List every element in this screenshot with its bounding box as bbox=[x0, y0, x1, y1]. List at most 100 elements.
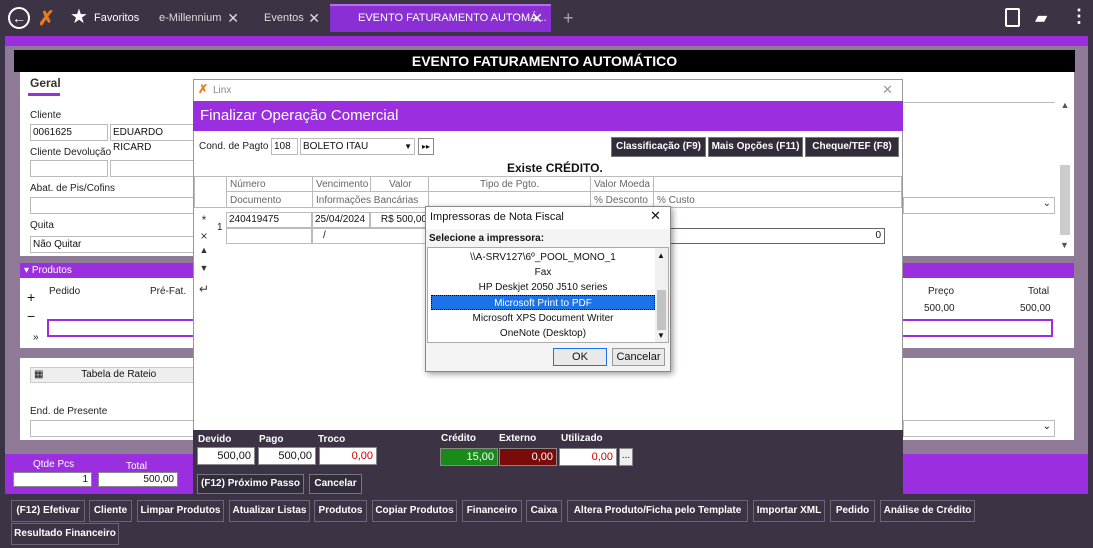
purple-bar bbox=[5, 36, 1088, 46]
pago-value[interactable]: 500,00 bbox=[258, 447, 316, 465]
dropdown-icon[interactable]: ▼ bbox=[404, 139, 414, 154]
documento-cell[interactable] bbox=[226, 228, 312, 244]
tab-geral[interactable]: Geral bbox=[30, 76, 61, 90]
cond-code-field[interactable]: 108 bbox=[271, 138, 298, 155]
caixa-button[interactable]: Caixa bbox=[526, 500, 562, 522]
remove-icon[interactable]: − bbox=[27, 308, 35, 324]
credito-value: 15,00 bbox=[440, 448, 498, 466]
tab-evento-faturamento[interactable]: EVENTO FATURAMENTO AUTOMÁ... ✕ bbox=[330, 4, 551, 32]
tab-emillennium[interactable]: e-Millennium ✕ bbox=[151, 6, 247, 32]
cliente-code-field[interactable]: 0061625 bbox=[30, 124, 108, 141]
info-bancarias-cell[interactable]: / bbox=[312, 228, 428, 244]
printer-scroll-thumb[interactable] bbox=[657, 290, 666, 330]
printer-item[interactable]: OneNote (Desktop) bbox=[431, 326, 655, 341]
linx-logo-icon: ✗ bbox=[38, 8, 55, 30]
more-icon[interactable]: ⋮ bbox=[1070, 6, 1088, 27]
dialog-close-icon[interactable]: ✕ bbox=[882, 82, 893, 98]
printer-list[interactable]: \\A-SRV127\6º_POOL_MONO_1 Fax HP Deskjet… bbox=[427, 247, 669, 343]
pago-label: Pago bbox=[259, 434, 284, 445]
grid-vline bbox=[370, 176, 371, 192]
troco-label: Troco bbox=[318, 434, 346, 445]
financeiro-button[interactable]: Financeiro bbox=[462, 500, 522, 522]
efetivar-button[interactable]: (F12) Efetivar bbox=[11, 500, 85, 522]
close-icon[interactable]: ✕ bbox=[531, 6, 543, 30]
printer-item-selected[interactable]: Microsoft Print to PDF bbox=[431, 295, 655, 310]
quita-field[interactable]: Não Quitar bbox=[30, 236, 194, 253]
total-label: Total bbox=[126, 461, 148, 472]
printer-scroll-down-icon[interactable]: ▼ bbox=[657, 331, 665, 340]
printer-scroll-up-icon[interactable]: ▲ bbox=[657, 251, 665, 260]
altera-produto-button[interactable]: Altera Produto/Ficha pelo Template bbox=[567, 500, 748, 522]
abat-field[interactable] bbox=[30, 197, 194, 214]
importar-xml-button[interactable]: Importar XML bbox=[753, 500, 825, 522]
printer-ok-button[interactable]: OK bbox=[553, 348, 607, 366]
copiar-produtos-button[interactable]: Copiar Produtos bbox=[372, 500, 457, 522]
delete-row-icon[interactable]: × bbox=[197, 229, 211, 243]
col-preco: Preço bbox=[928, 286, 955, 297]
rateio-button[interactable]: ▦ Tabela de Rateio bbox=[30, 367, 195, 383]
resultado-financeiro-button[interactable]: Resultado Financeiro bbox=[11, 523, 119, 545]
pedido-button[interactable]: Pedido bbox=[830, 500, 875, 522]
collapse-icon[interactable]: ▾ bbox=[24, 265, 32, 276]
expand-icon[interactable]: » bbox=[33, 332, 39, 343]
credito-more-button[interactable]: ... bbox=[619, 448, 633, 466]
grid-vline bbox=[653, 176, 654, 208]
utilizado-value[interactable]: 0,00 bbox=[559, 448, 617, 466]
total-value: 500,00 bbox=[1020, 303, 1051, 314]
presente-field[interactable] bbox=[30, 420, 194, 437]
right-dropdown[interactable]: ⌄ bbox=[903, 197, 1055, 214]
close-icon[interactable]: ✕ bbox=[227, 6, 239, 30]
printer-item[interactable]: HP Deskjet 2050 J510 series bbox=[431, 280, 655, 295]
right-field-1[interactable] bbox=[903, 93, 1055, 103]
cheque-tef-button[interactable]: Cheque/TEF (F8) bbox=[805, 137, 899, 157]
printer-item[interactable]: Fax bbox=[431, 265, 655, 280]
close-icon[interactable]: ✕ bbox=[308, 6, 320, 30]
analise-credito-button[interactable]: Análise de Crédito bbox=[880, 500, 975, 522]
atualizar-listas-button[interactable]: Atualizar Listas bbox=[229, 500, 310, 522]
printer-dialog-title: Impressoras de Nota Fiscal bbox=[430, 211, 564, 223]
qtde-value: 1 bbox=[13, 472, 92, 487]
star-icon[interactable]: ★ bbox=[70, 4, 88, 29]
clipboard-icon[interactable] bbox=[1005, 8, 1020, 27]
scrollbar-thumb[interactable] bbox=[1060, 165, 1070, 235]
col-numero: Número bbox=[230, 179, 266, 190]
printer-item[interactable]: \\A-SRV127\6º_POOL_MONO_1 bbox=[431, 250, 655, 265]
produtos-button[interactable]: Produtos bbox=[314, 500, 367, 522]
printer-cancel-button[interactable]: Cancelar bbox=[612, 348, 665, 366]
back-icon[interactable]: ← bbox=[8, 7, 30, 29]
vencimento-cell[interactable]: 25/04/2024 bbox=[312, 212, 370, 228]
externo-value: 0,00 bbox=[499, 448, 557, 466]
proximo-passo-button[interactable]: (F12) Próximo Passo bbox=[197, 474, 304, 494]
col-prefat: Pré-Fat. bbox=[150, 286, 187, 297]
cliente-name-field[interactable]: EDUARDO RICARD bbox=[110, 124, 194, 153]
cliente-button[interactable]: Cliente bbox=[89, 500, 132, 522]
add-icon[interactable]: + bbox=[27, 289, 35, 305]
cliente-devolucao-label: Cliente Devolução bbox=[30, 147, 112, 158]
limpar-produtos-button[interactable]: Limpar Produtos bbox=[137, 500, 224, 522]
printer-close-icon[interactable]: ✕ bbox=[650, 208, 661, 224]
chat-icon[interactable]: ▰ bbox=[1035, 8, 1047, 28]
classificacao-button[interactable]: Classificação (F9) bbox=[611, 137, 706, 157]
cond-select[interactable]: BOLETO ITAU ▼ bbox=[300, 138, 415, 155]
scroll-down-icon[interactable]: ▼ bbox=[1060, 240, 1069, 250]
preco-value: 500,00 bbox=[924, 303, 955, 314]
presente-dropdown[interactable]: ⌄ bbox=[903, 420, 1055, 437]
move-up-icon[interactable]: ▲ bbox=[197, 245, 211, 255]
devolucao-code-field[interactable] bbox=[30, 160, 108, 177]
custo-cell[interactable]: 0 bbox=[653, 228, 885, 244]
valor-cell[interactable]: R$ 500,00 bbox=[370, 212, 428, 228]
asterisk-icon: * bbox=[201, 213, 207, 227]
cond-next-button[interactable]: ▸▸ bbox=[418, 138, 434, 155]
credito-message: Existe CRÉDITO. bbox=[507, 161, 603, 175]
return-icon[interactable]: ↵ bbox=[197, 282, 211, 296]
devolucao-name-field[interactable] bbox=[110, 160, 194, 177]
cancelar-button[interactable]: Cancelar bbox=[309, 474, 362, 494]
printer-item[interactable]: Microsoft XPS Document Writer bbox=[431, 311, 655, 326]
move-down-icon[interactable]: ▼ bbox=[197, 263, 211, 273]
add-tab-icon[interactable]: + bbox=[563, 8, 574, 29]
tab-eventos[interactable]: Eventos ✕ bbox=[256, 6, 328, 32]
numero-cell[interactable]: 240419475 bbox=[226, 212, 312, 228]
quita-label: Quita bbox=[30, 220, 54, 231]
mais-opcoes-button[interactable]: Mais Opções (F11) bbox=[708, 137, 803, 157]
favorites-label[interactable]: Favoritos bbox=[94, 12, 139, 24]
